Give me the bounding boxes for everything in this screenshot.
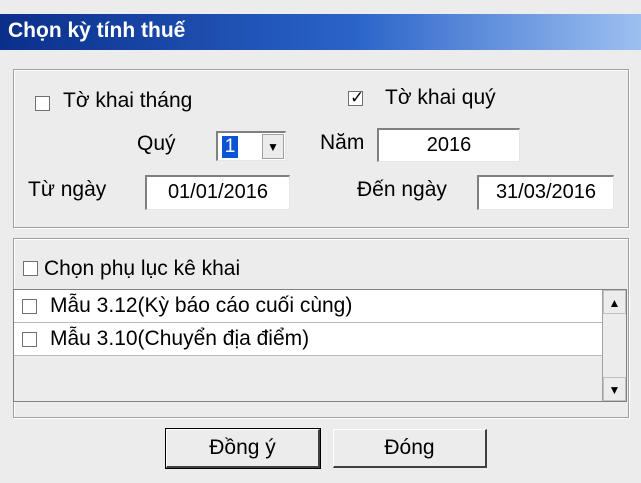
quarter-select[interactable]: 1 ▼ — [216, 131, 286, 161]
from-date-label: Từ ngày — [28, 178, 107, 201]
chevron-down-icon[interactable]: ▼ — [262, 134, 284, 159]
list-item[interactable]: Mẫu 3.10(Chuyển địa điểm) — [14, 323, 603, 356]
check-icon: ✓ — [350, 88, 365, 107]
close-button[interactable]: Đóng — [333, 429, 487, 468]
select-appendix-checkbox[interactable] — [23, 261, 38, 276]
year-label: Năm — [320, 131, 365, 154]
from-date-field[interactable]: 01/01/2016 — [145, 175, 290, 210]
quarter-label: Quý — [137, 132, 176, 155]
appendix-item-checkbox[interactable] — [22, 299, 37, 314]
appendix-item-checkbox[interactable] — [22, 332, 37, 347]
scroll-up-icon[interactable]: ▲ — [603, 290, 626, 314]
title-bar[interactable]: Chọn kỳ tính thuế — [0, 14, 641, 50]
tax-period-dialog: Chọn kỳ tính thuế Tờ khai tháng ✓ Tờ kha… — [0, 0, 641, 483]
quarter-value: 1 — [222, 136, 238, 158]
select-appendix-label: Chọn phụ lục kê khai — [44, 257, 241, 280]
to-date-field[interactable]: 31/03/2016 — [477, 175, 614, 210]
ok-button[interactable]: Đồng ý — [165, 428, 321, 469]
year-field[interactable]: 2016 — [377, 128, 520, 162]
appendix-item-label: Mẫu 3.12(Kỳ báo cáo cuối cùng) — [50, 294, 353, 317]
list-item[interactable]: Mẫu 3.12(Kỳ báo cáo cuối cùng) — [14, 290, 603, 323]
to-date-label: Đến ngày — [357, 178, 447, 201]
list-scrollbar[interactable]: ▲ ▼ — [602, 290, 626, 401]
scroll-down-icon[interactable]: ▼ — [603, 377, 626, 401]
appendix-item-label: Mẫu 3.10(Chuyển địa điểm) — [50, 327, 310, 350]
quarterly-label: Tờ khai quý — [385, 86, 496, 109]
dialog-title: Chọn kỳ tính thuế — [8, 19, 186, 42]
quarterly-checkbox[interactable]: ✓ — [348, 88, 364, 107]
monthly-checkbox[interactable] — [35, 96, 50, 111]
appendix-list[interactable]: Mẫu 3.12(Kỳ báo cáo cuối cùng) Mẫu 3.10(… — [13, 289, 627, 402]
monthly-label: Tờ khai tháng — [63, 89, 193, 112]
